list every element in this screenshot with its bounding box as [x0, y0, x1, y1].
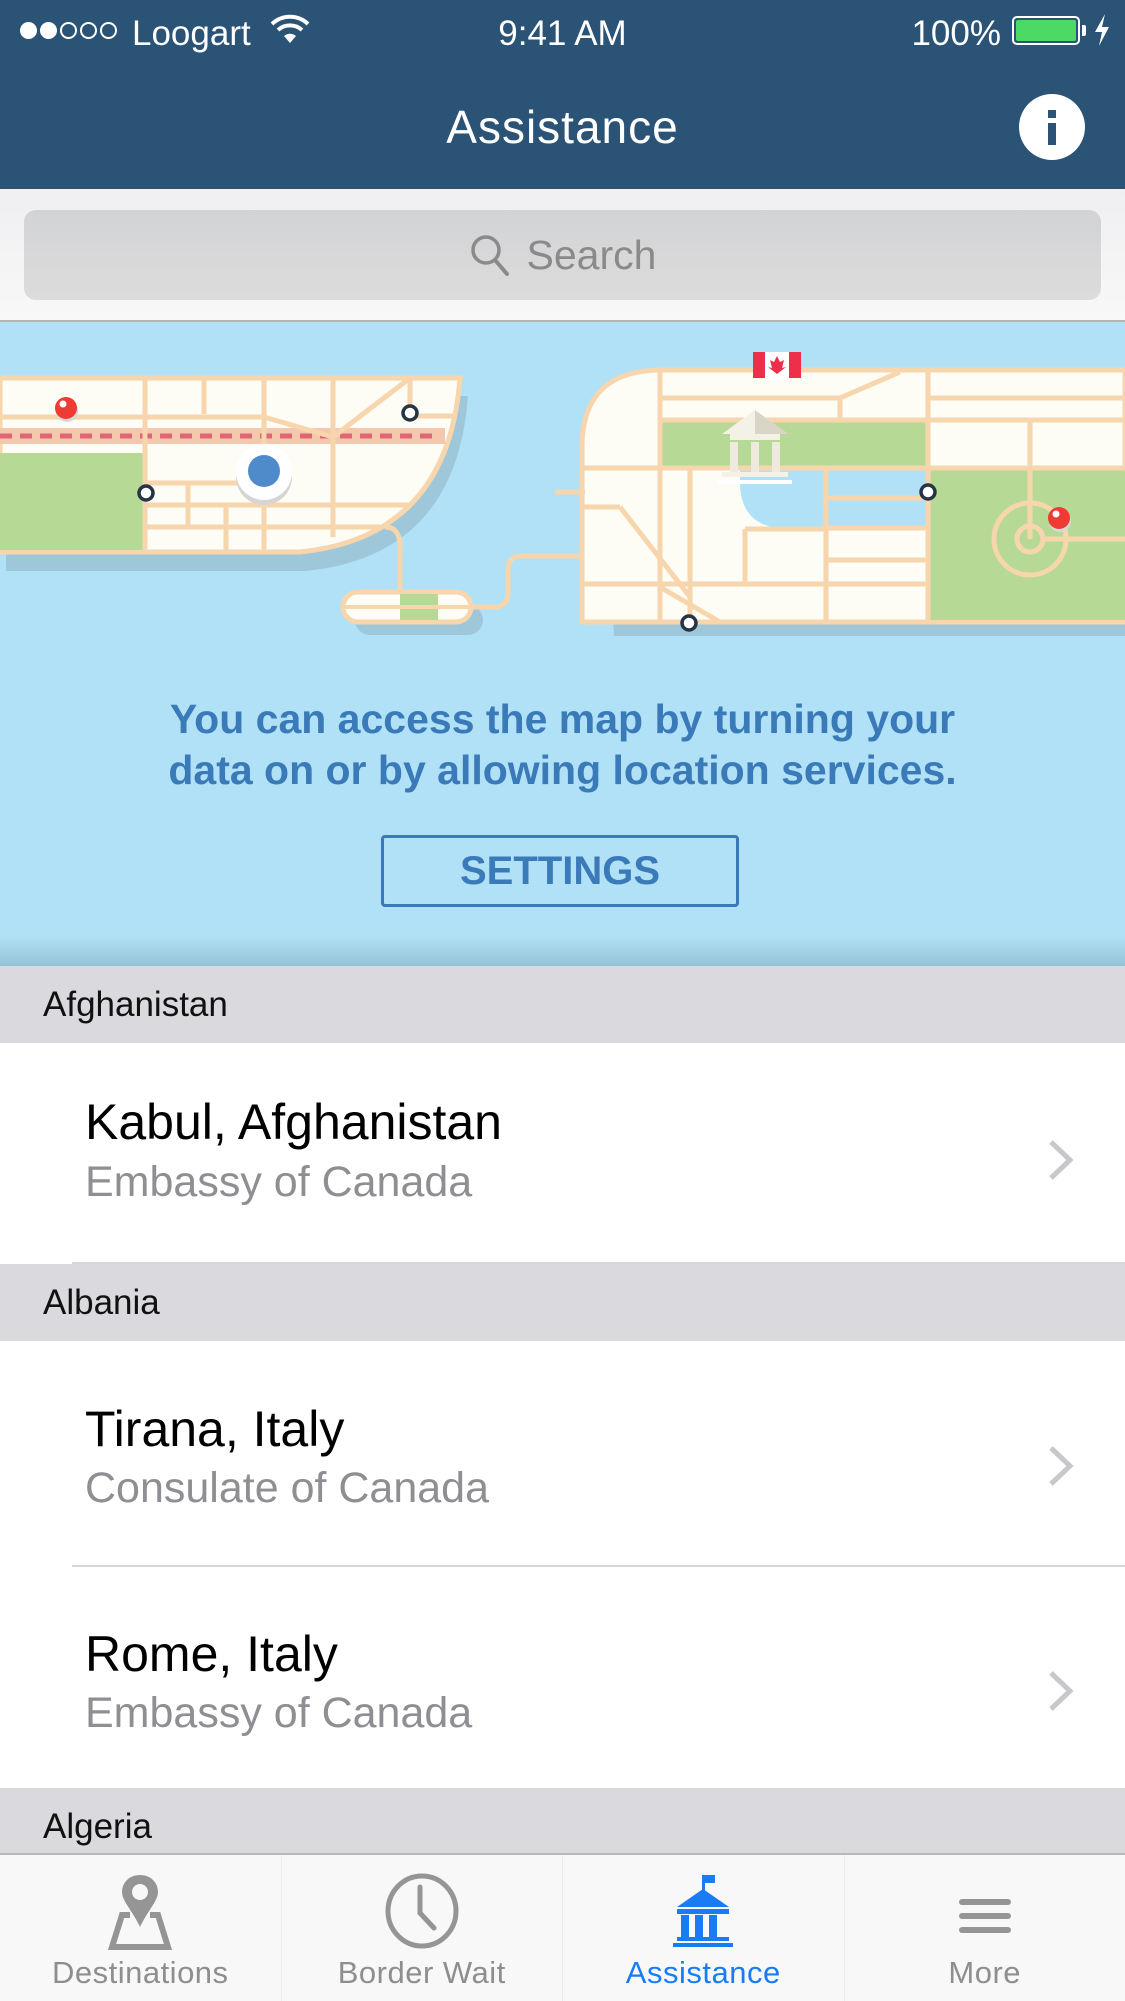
- list-item-city: Tirana, Italy: [85, 1401, 345, 1457]
- right-island: [555, 352, 1125, 636]
- tab-label: More: [948, 1955, 1022, 1990]
- battery-level: [1016, 20, 1076, 41]
- page-title: Assistance: [446, 101, 679, 153]
- battery-icon: [1012, 16, 1080, 45]
- chevron-right-icon: [1049, 1671, 1074, 1711]
- map-bottom-shadow: [0, 936, 1125, 966]
- section-header-albania: Albania: [0, 1264, 1125, 1341]
- small-island: [340, 553, 585, 635]
- battery-percentage: 100%: [911, 14, 1001, 53]
- battery-nub: [1082, 25, 1086, 36]
- list-item[interactable]: Kabul, Afghanistan Embassy of Canada: [0, 1043, 1125, 1264]
- list-item-office: Embassy of Canada: [85, 1158, 473, 1206]
- charging-bolt-icon: [1095, 14, 1109, 46]
- section-header-afghanistan: Afghanistan: [0, 966, 1125, 1043]
- list-item-office: Consulate of Canada: [85, 1464, 490, 1512]
- tab-more[interactable]: More: [843, 1855, 1125, 2001]
- search-icon: [470, 235, 509, 276]
- tab-label: Assistance: [625, 1955, 781, 1990]
- embassy-icon: [673, 1875, 734, 1947]
- clock-icon: [385, 1873, 459, 1949]
- map-pin-icon: [108, 1875, 173, 1950]
- tab-label: Destinations: [51, 1955, 229, 1990]
- search-input[interactable]: Search: [24, 210, 1101, 300]
- map-message-line-2: data on or by allowing location services…: [168, 747, 957, 793]
- tab-bar: Destinations Border Wait Assistance More: [0, 1853, 1125, 2001]
- navigation-bar: Loogart 9:41 AM 100% Assistance: [0, 0, 1125, 189]
- info-button[interactable]: [1019, 94, 1085, 160]
- canada-flag-icon: [753, 352, 801, 378]
- list-item[interactable]: Rome, Italy Embassy of Canada: [0, 1567, 1125, 1788]
- list-item-city: Kabul, Afghanistan: [85, 1094, 502, 1150]
- chevron-right-icon: [1049, 1140, 1074, 1180]
- status-bar: Loogart 9:41 AM 100%: [0, 0, 1125, 66]
- tab-label: Border Wait: [337, 1955, 506, 1990]
- map-illustration: [0, 352, 1125, 636]
- list-item[interactable]: Tirana, Italy Consulate of Canada: [0, 1342, 1125, 1566]
- menu-icon: [958, 1899, 1011, 1933]
- map-message-line-1: You can access the map by turning your: [169, 696, 956, 742]
- map-access-message: You can access the map by turning your d…: [0, 694, 1125, 796]
- list-item-office: Embassy of Canada: [85, 1689, 473, 1737]
- info-icon: [1048, 110, 1056, 145]
- list-item-city: Rome, Italy: [85, 1626, 338, 1682]
- map-placeholder-banner: You can access the map by turning your d…: [0, 322, 1125, 966]
- settings-button[interactable]: SETTINGS: [381, 835, 739, 907]
- tab-border-wait[interactable]: Border Wait: [280, 1855, 563, 2001]
- chevron-right-icon: [1049, 1446, 1074, 1486]
- tab-destinations[interactable]: Destinations: [0, 1855, 281, 2001]
- search-placeholder: Search: [526, 231, 657, 278]
- current-location-marker: [236, 444, 292, 505]
- search-bar-container: Search: [0, 189, 1125, 322]
- tab-assistance[interactable]: Assistance: [562, 1855, 844, 2001]
